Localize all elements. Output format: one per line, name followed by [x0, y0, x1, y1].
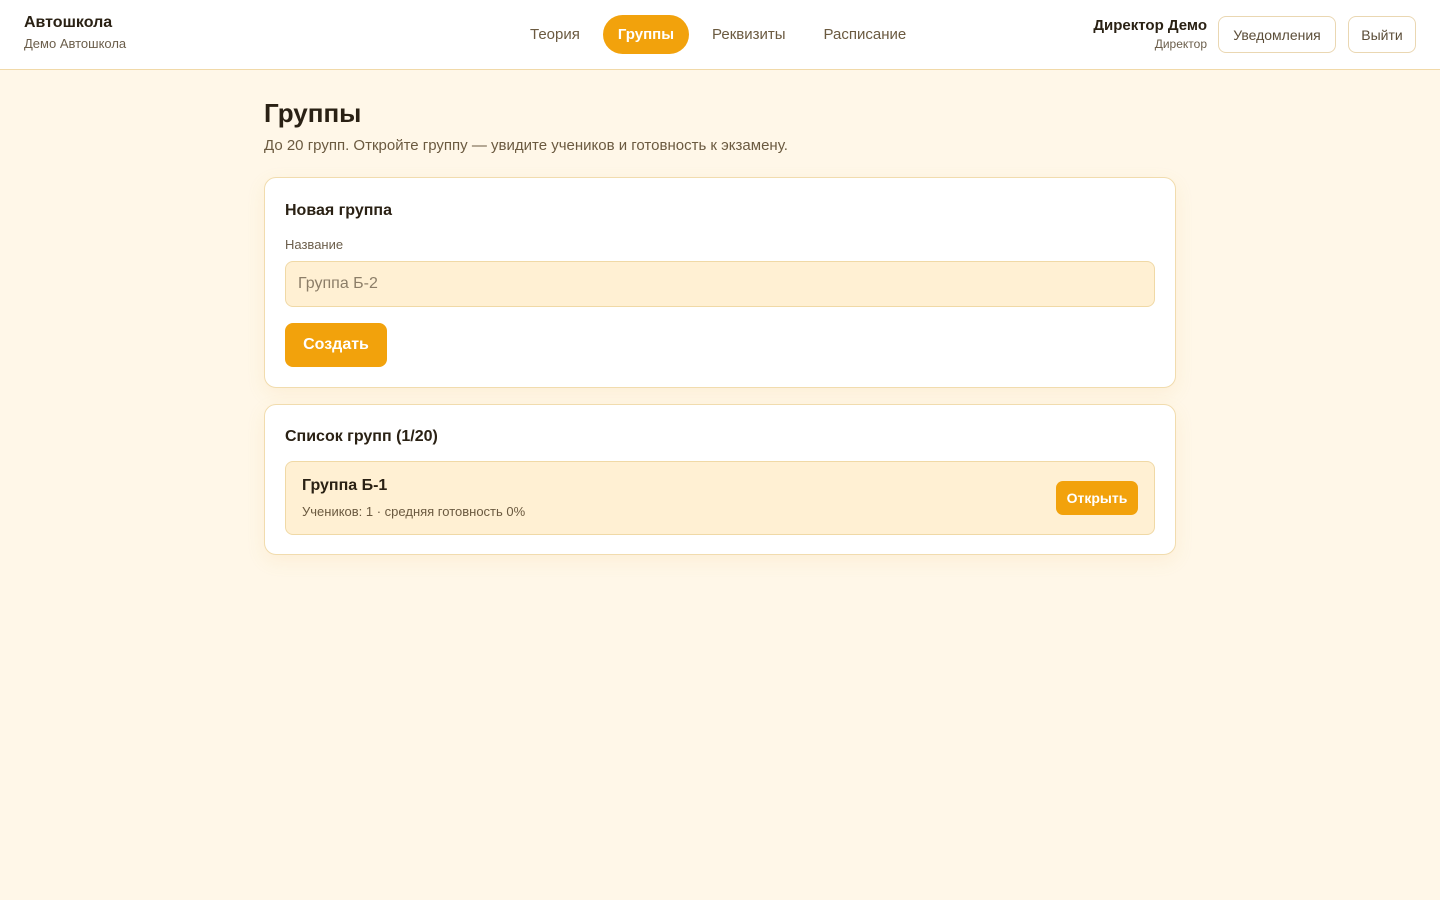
main-nav: Теория Группы Реквизиты Расписание — [515, 15, 921, 54]
brand-subtitle: Демо Автошкола — [24, 36, 127, 51]
page-title: Группы — [264, 98, 362, 128]
group-name-input[interactable] — [285, 261, 1155, 307]
brand: Автошкола Демо Автошкола — [24, 13, 126, 53]
group-list-card: Список групп (1/20) Группа Б-1 Учеников:… — [264, 404, 1176, 555]
tab-schedule[interactable]: Расписание — [809, 15, 922, 54]
open-group-button[interactable]: Открыть — [1056, 481, 1138, 515]
notifications-button[interactable]: Уведомления — [1218, 16, 1336, 53]
user-info: Директор Демо Директор — [1093, 16, 1207, 52]
top-bar: Автошкола Демо Автошкола Теория Группы Р… — [0, 0, 1440, 70]
page-subtitle: До 20 групп. Откройте группу — увидите у… — [264, 137, 788, 154]
group-meta: Учеников: 1 · средняя готовность 0% — [302, 504, 526, 519]
tab-theory[interactable]: Теория — [515, 15, 595, 54]
tab-requisites[interactable]: Реквизиты — [697, 15, 801, 54]
brand-title: Автошкола — [24, 14, 113, 31]
main-content: Группы До 20 групп. Откройте группу — ув… — [264, 96, 1176, 555]
group-name-label: Название — [285, 237, 344, 252]
create-group-button[interactable]: Создать — [285, 323, 387, 367]
logout-button[interactable]: Выйти — [1348, 16, 1416, 53]
user-role: Директор — [1154, 37, 1207, 51]
group-list-title: Список групп (1/20) — [285, 428, 438, 445]
new-group-card: Новая группа Название Создать — [264, 177, 1176, 388]
tab-groups[interactable]: Группы — [602, 15, 690, 54]
group-name: Группа Б-1 — [302, 477, 388, 494]
new-group-title: Новая группа — [285, 202, 392, 219]
list-item: Группа Б-1 Учеников: 1 · средняя готовно… — [285, 461, 1155, 535]
user-name: Директор Демо — [1093, 17, 1207, 34]
